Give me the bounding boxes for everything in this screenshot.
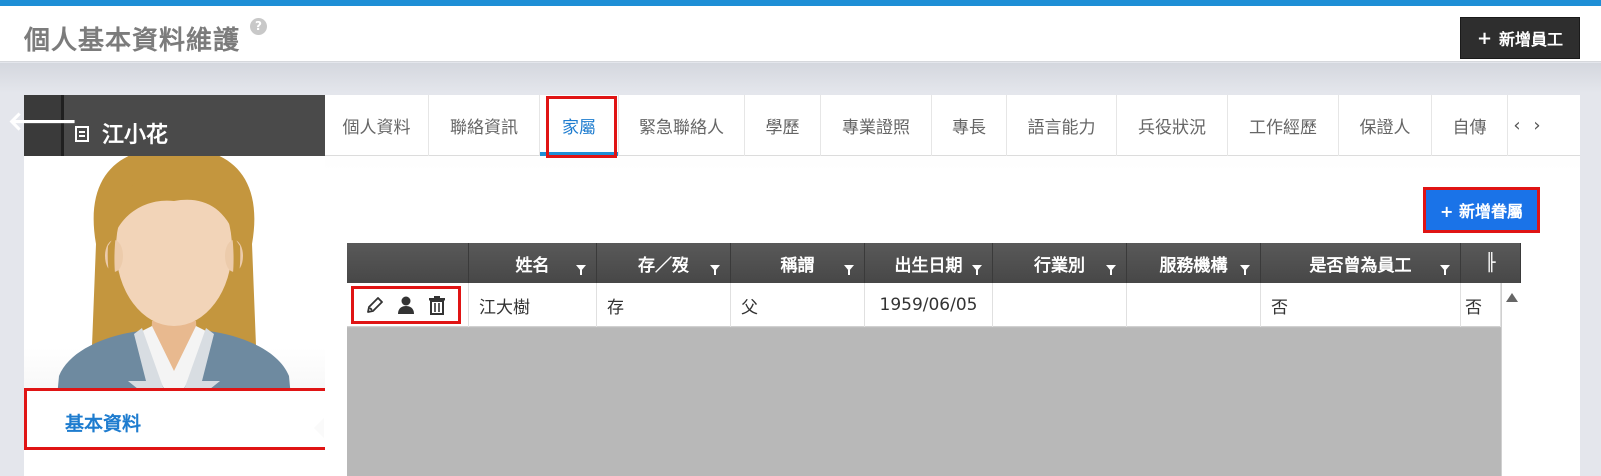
filter-icon[interactable]	[576, 265, 586, 275]
cell-extra: 否	[1461, 283, 1501, 327]
column-header-status[interactable]: 存／歿	[597, 243, 731, 283]
table-row[interactable]: 江大樹 存 父 1959/06/05 否 否	[347, 283, 1501, 327]
active-indicator-arrow	[314, 418, 324, 438]
tab-next-icon[interactable]: ›	[1528, 95, 1546, 156]
sidebar-item-basic-info[interactable]: 基本資料	[24, 388, 328, 450]
add-employee-label: 新增員工	[1499, 30, 1564, 49]
grid-empty-area	[347, 328, 1501, 476]
column-label: ╟	[1485, 253, 1496, 273]
filter-icon[interactable]	[1440, 265, 1450, 275]
tab-emergency-contact[interactable]: 緊急聯絡人	[619, 95, 745, 156]
column-label: 稱謂	[780, 255, 815, 276]
cell-name: 江大樹	[469, 283, 597, 327]
tab-certifications[interactable]: 專業證照	[821, 95, 932, 156]
tab-highlight-box	[546, 96, 617, 158]
plus-icon: +	[1476, 27, 1493, 49]
column-header-birth-date[interactable]: 出生日期	[865, 243, 993, 283]
cell-birth-date: 1959/06/05	[865, 283, 993, 327]
column-header-actions	[347, 243, 469, 283]
grid-header: 姓名 存／歿 稱謂 出生日期 行業別 服務機構 是否曾為員工 ╟	[347, 243, 1521, 283]
column-label: 存／歿	[638, 255, 689, 276]
family-grid: 姓名 存／歿 稱謂 出生日期 行業別 服務機構 是否曾為員工 ╟ 江大樹 存 父…	[347, 243, 1521, 476]
filter-icon[interactable]	[1106, 265, 1116, 275]
page-header: 個人基本資料維護 ? + 新增員工	[0, 6, 1601, 62]
tab-autobiography[interactable]: 自傳	[1432, 95, 1508, 156]
tab-languages[interactable]: 語言能力	[1007, 95, 1117, 156]
tab-personal-info[interactable]: 個人資料	[325, 95, 429, 156]
tab-contact-info[interactable]: 聯絡資訊	[429, 95, 540, 156]
tab-skills[interactable]: 專長	[932, 95, 1007, 156]
scroll-up-icon[interactable]	[1506, 293, 1518, 302]
column-header-industry[interactable]: 行業別	[993, 243, 1127, 283]
sidebar-item-label: 基本資料	[65, 413, 142, 435]
help-icon[interactable]: ?	[250, 18, 267, 35]
column-label: 行業別	[1034, 255, 1085, 276]
add-employee-button[interactable]: + 新增員工	[1460, 17, 1580, 59]
main-panel: 個人資料 聯絡資訊 家屬 緊急聯絡人 學歷 專業證照 專長 語言能力 兵役狀況 …	[325, 95, 1580, 476]
column-label: 是否曾為員工	[1309, 255, 1412, 276]
back-arrow-icon[interactable]: 🡐	[8, 95, 77, 156]
filter-icon[interactable]	[844, 265, 854, 275]
edit-pencil-icon[interactable]	[364, 294, 386, 316]
tab-work-history[interactable]: 工作經歷	[1228, 95, 1339, 156]
page-title: 個人基本資料維護	[24, 26, 241, 56]
row-actions-cell	[347, 283, 469, 327]
column-label: 服務機構	[1159, 255, 1228, 276]
cell-industry	[993, 283, 1127, 327]
cell-relation: 父	[731, 283, 865, 327]
profile-header: 🡐 江小花	[8, 95, 325, 156]
trash-icon[interactable]	[426, 294, 448, 316]
tab-guarantor[interactable]: 保證人	[1339, 95, 1432, 156]
column-header-relation[interactable]: 稱謂	[731, 243, 865, 283]
id-card-icon	[75, 126, 89, 142]
filter-icon[interactable]	[1240, 265, 1250, 275]
column-header-extra[interactable]: ╟	[1461, 243, 1521, 283]
vertical-scrollbar[interactable]	[1501, 283, 1521, 476]
person-icon[interactable]	[395, 294, 417, 316]
tab-education[interactable]: 學歷	[745, 95, 821, 156]
cell-status: 存	[597, 283, 731, 327]
column-header-name[interactable]: 姓名	[469, 243, 597, 283]
column-header-was-employee[interactable]: 是否曾為員工	[1261, 243, 1461, 283]
cell-was-employee: 否	[1261, 283, 1461, 327]
filter-icon[interactable]	[710, 265, 720, 275]
tab-bar: 個人資料 聯絡資訊 家屬 緊急聯絡人 學歷 專業證照 專長 語言能力 兵役狀況 …	[325, 95, 1580, 156]
tab-military-service[interactable]: 兵役狀況	[1117, 95, 1228, 156]
tab-prev-icon[interactable]: ‹	[1508, 95, 1526, 156]
profile-name: 江小花	[102, 123, 169, 148]
add-family-button[interactable]: + 新增眷屬	[1423, 187, 1540, 233]
column-label: 姓名	[515, 255, 550, 276]
filter-icon[interactable]	[972, 265, 982, 275]
column-label: 出生日期	[894, 255, 963, 276]
row-actions-highlight	[351, 286, 461, 324]
cell-organization	[1127, 283, 1261, 327]
column-header-organization[interactable]: 服務機構	[1127, 243, 1261, 283]
header-shadow	[0, 63, 1601, 93]
